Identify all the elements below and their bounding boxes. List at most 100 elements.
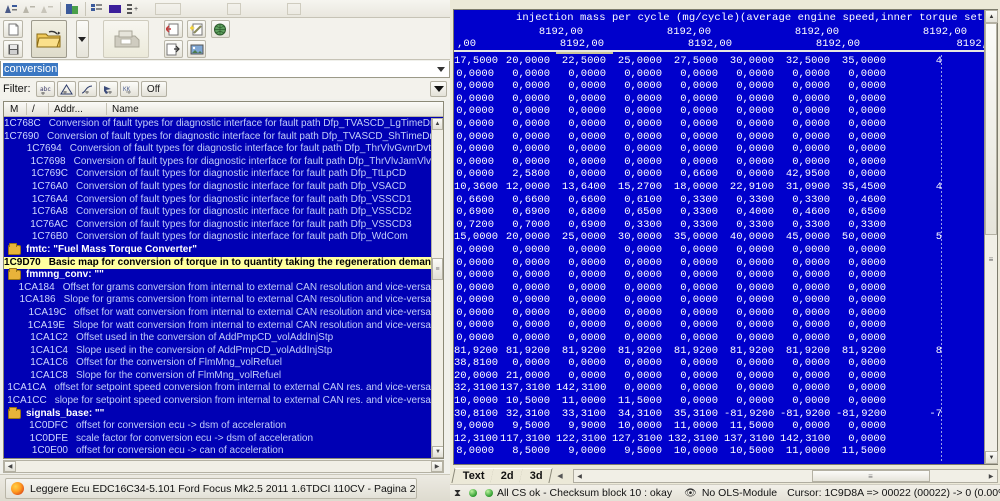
grid-cell[interactable]: 0,6800 xyxy=(556,206,612,219)
grid-cell[interactable]: 0,0000 xyxy=(556,105,612,118)
grid-row[interactable]: 15,0000 20,0000 25,0000 30,0000 35,0000 40,00… xyxy=(454,231,984,244)
grid-row[interactable]: 20,0000 21,0000 0,0000 0,0000 0,0000 0,0000 0,… xyxy=(454,370,984,383)
export-icon[interactable] xyxy=(163,40,183,58)
grid-cell[interactable]: 0,0000 xyxy=(780,382,836,395)
grid-cell[interactable]: 0,0000 xyxy=(500,357,556,370)
grid-cell[interactable]: 0,0000 xyxy=(612,68,668,81)
grid-cell[interactable]: 0,0000 xyxy=(668,80,724,93)
list-item[interactable]: 1CA1C8 Slope for the conversion of FlmMng… xyxy=(4,370,431,383)
grid-cell[interactable]: 81,9200 xyxy=(454,345,500,358)
grid-cell[interactable]: 0,0000 xyxy=(724,131,780,144)
grid-cell[interactable]: 0,0000 xyxy=(556,244,612,257)
grid-cell[interactable]: 0,0000 xyxy=(668,307,724,320)
properties-icon[interactable] xyxy=(89,1,105,16)
grid-cell[interactable]: 8,5000 xyxy=(500,445,556,458)
grid-cell[interactable]: 0,0000 xyxy=(454,332,500,345)
grid-cell[interactable]: 0,0000 xyxy=(556,143,612,156)
list-item[interactable]: 1CA1C6 Offset for the conversion of FlmMn… xyxy=(4,357,431,370)
grid-cell[interactable]: 0,0000 xyxy=(836,143,892,156)
grid-cell[interactable]: 0,0000 xyxy=(836,68,892,81)
list-item[interactable]: 1C76A0 Conversion of fault types for diag… xyxy=(4,181,431,194)
grid-cell[interactable]: 0,0000 xyxy=(556,319,612,332)
grid-cell[interactable]: 0,0000 xyxy=(668,332,724,345)
grid-cell[interactable]: 9,9000 xyxy=(556,420,612,433)
list-item[interactable]: 1C0DFC offset for conversion ecu -> dsm o… xyxy=(4,420,431,433)
grid-row[interactable]: 32,3100 137,3100 142,3100 0,0000 0,0000 0,000… xyxy=(454,382,984,395)
grid-scroll-down-arrow-icon[interactable]: ▼ xyxy=(985,451,998,464)
grid-cell[interactable]: 20,0000 xyxy=(454,370,500,383)
grid-row[interactable]: 0,0000 0,0000 0,0000 0,0000 0,0000 0,0000 0,00… xyxy=(454,93,984,106)
grid-cell[interactable]: 0,0000 xyxy=(556,168,612,181)
grid-cell[interactable]: 11,0000 xyxy=(780,445,836,458)
list-item[interactable]: 1C76AC Conversion of fault types for diag… xyxy=(4,219,431,232)
add-window-icon[interactable] xyxy=(163,20,183,38)
grid-cell[interactable]: 81,9200 xyxy=(780,345,836,358)
grid-cell[interactable]: 32,3100 xyxy=(454,382,500,395)
grid-cell[interactable]: 0,0000 xyxy=(836,156,892,169)
grid-row[interactable]: 0,0000 0,0000 0,0000 0,0000 0,0000 0,0000 0,00… xyxy=(454,282,984,295)
grid-scroll-right-arrow-icon[interactable]: ▶ xyxy=(985,470,997,482)
grid-cell[interactable]: 34,3100 xyxy=(612,408,668,421)
grid-cell[interactable]: 0,6900 xyxy=(500,206,556,219)
filter-dropdown-button[interactable] xyxy=(430,81,447,97)
grid-cell[interactable]: 0,0000 xyxy=(836,370,892,383)
grid-cell[interactable]: 0,0000 xyxy=(612,131,668,144)
save-file-icon[interactable] xyxy=(3,40,23,58)
grid-cell[interactable]: 0,0000 xyxy=(612,307,668,320)
grid-cell[interactable]: 0,0000 xyxy=(836,80,892,93)
grid-row[interactable]: 0,0000 0,0000 0,0000 0,0000 0,0000 0,0000 0,00… xyxy=(454,332,984,345)
grid-row[interactable]: 0,0000 0,0000 0,0000 0,0000 0,0000 0,0000 0,00… xyxy=(454,294,984,307)
list-item[interactable]: 1C76A4 Conversion of fault types for diag… xyxy=(4,194,431,207)
scroll-left-arrow-icon[interactable]: ◀ xyxy=(4,461,16,472)
grid-cell[interactable]: 0,0000 xyxy=(500,68,556,81)
grid-cell[interactable]: 122,3100 xyxy=(556,433,612,446)
grid-cell[interactable]: 50,0000 xyxy=(836,231,892,244)
grid-cell[interactable]: 0,0000 xyxy=(780,143,836,156)
grid-cell[interactable]: 0,0000 xyxy=(724,370,780,383)
grid-cell[interactable]: 0,0000 xyxy=(836,282,892,295)
grid-cell[interactable]: -81,9200 xyxy=(836,408,892,421)
list-item[interactable]: 1C76B0 Conversion of fault types for diag… xyxy=(4,231,431,244)
grid-row[interactable]: 9,0000 9,5000 9,9000 10,0000 11,0000 11,5000 0… xyxy=(454,420,984,433)
grid-cell[interactable]: 0,0000 xyxy=(454,105,500,118)
grid-cell[interactable]: 0,6900 xyxy=(556,219,612,232)
grid-cell[interactable]: -81,9200 xyxy=(724,408,780,421)
grid-cell[interactable]: 0,0000 xyxy=(500,332,556,345)
grid-cell[interactable]: 0,0000 xyxy=(724,294,780,307)
grid-cell[interactable]: 45,0000 xyxy=(780,231,836,244)
list-item[interactable]: 1CA19E Slope for watt conversion from int… xyxy=(4,320,431,333)
grid-cell[interactable]: 0,0000 xyxy=(556,294,612,307)
grid-cell[interactable]: 0,0000 xyxy=(668,395,724,408)
grid-cell[interactable]: 0,0000 xyxy=(612,357,668,370)
grid-cell[interactable]: 0,0000 xyxy=(668,294,724,307)
grid-cell[interactable]: 0,6500 xyxy=(612,206,668,219)
grid-cell[interactable]: 0,0000 xyxy=(454,282,500,295)
grid-cell[interactable]: 17,5000 xyxy=(454,55,500,68)
grid-cell[interactable]: 0,0000 xyxy=(724,319,780,332)
grid-cell[interactable]: 32,3100 xyxy=(500,408,556,421)
grid-cell[interactable]: 0,0000 xyxy=(612,382,668,395)
grid-cell[interactable]: 0,0000 xyxy=(780,420,836,433)
grid-cell[interactable]: 0,0000 xyxy=(724,156,780,169)
grid-cell[interactable]: 0,0000 xyxy=(668,156,724,169)
insert-row-icon[interactable]: + xyxy=(125,1,141,16)
grid-cell[interactable]: 30,0000 xyxy=(612,231,668,244)
grid-cell[interactable]: 0,0000 xyxy=(500,244,556,257)
grid-cell[interactable]: 0,6600 xyxy=(668,168,724,181)
list-item[interactable]: 1CA184 Offset for grams conversion from i… xyxy=(4,282,431,295)
grid-cell[interactable]: 32,5000 xyxy=(780,55,836,68)
grid-cell[interactable]: 0,3300 xyxy=(724,219,780,232)
tab-scroll-left-icon[interactable]: ◀ xyxy=(554,469,567,482)
grid-cell[interactable]: 0,0000 xyxy=(556,357,612,370)
grid-cell[interactable]: 0,0000 xyxy=(612,282,668,295)
grid-cell[interactable]: 2,5800 xyxy=(500,168,556,181)
list-item[interactable]: 1C9D70 Basic map for conversion of torque… xyxy=(4,256,431,270)
grid-cell[interactable]: 0,0000 xyxy=(780,294,836,307)
grid-cell[interactable]: 0,0000 xyxy=(668,143,724,156)
grid-cell[interactable]: 0,0000 xyxy=(724,93,780,106)
datalog-edit-icon[interactable] xyxy=(21,1,37,16)
grid-cell[interactable]: 9,0000 xyxy=(556,445,612,458)
grid-row[interactable]: 12,3100 117,3100 122,3100 127,3100 132,3100 1… xyxy=(454,433,984,446)
grid-cell[interactable]: 81,9200 xyxy=(612,345,668,358)
list-body[interactable]: 1C768C Conversion of fault types for diag… xyxy=(4,118,431,458)
